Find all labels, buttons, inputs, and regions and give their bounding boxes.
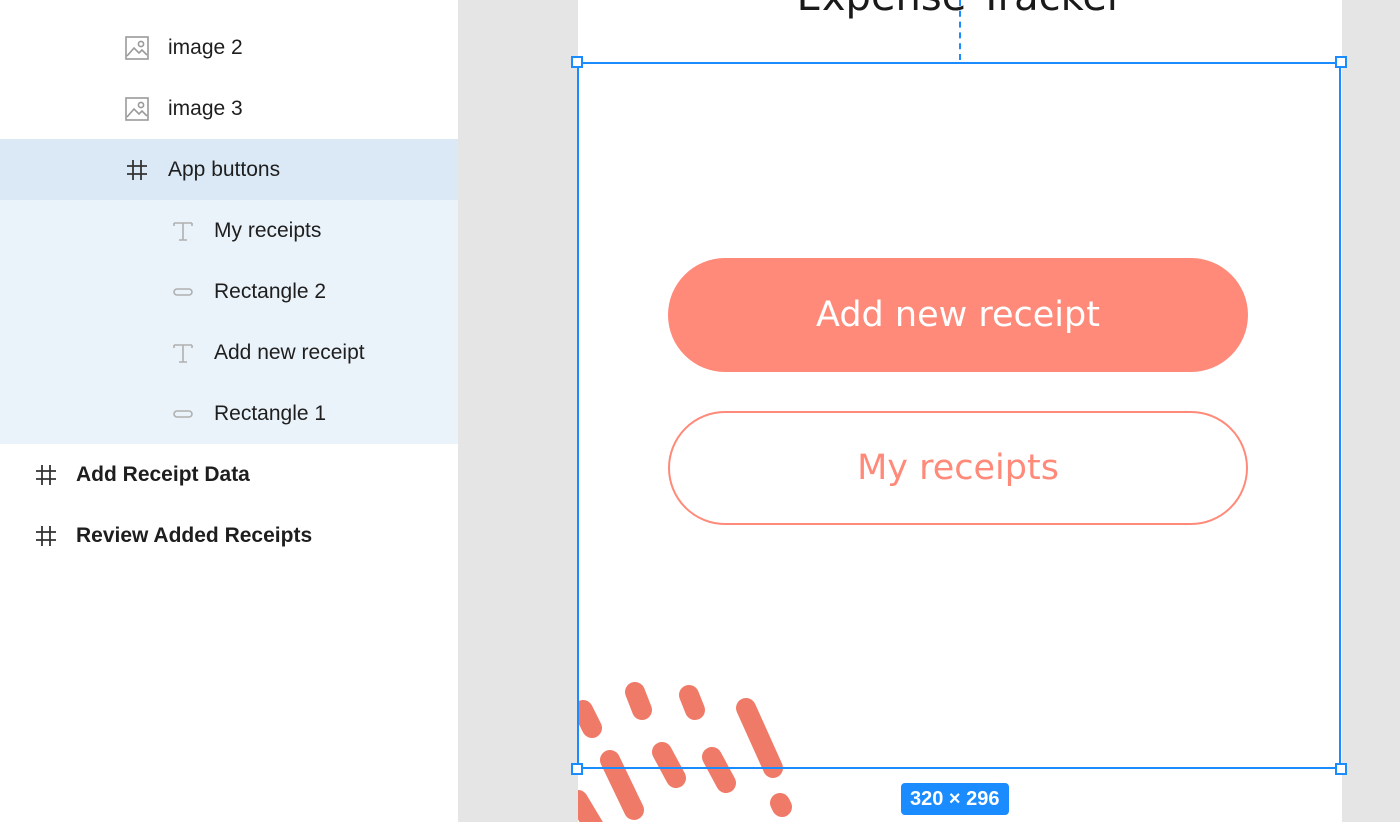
layer-item-add-new-receipt-text[interactable]: Add new receipt [0,322,458,383]
frame-hash-icon [32,461,60,489]
my-receipts-button[interactable]: My receipts [668,411,1248,525]
selection-size-badge: 320 × 296 [901,783,1009,815]
rectangle-icon [169,400,197,428]
text-icon [169,217,197,245]
layer-label: App buttons [168,157,281,181]
layer-item-rectangle-1[interactable]: Rectangle 1 [0,383,458,444]
layer-item-image-3[interactable]: image 3 [0,78,458,139]
design-canvas[interactable]: Expense Tracker Add new receipt My recei… [458,0,1400,822]
decorative-stripes [578,682,792,822]
rectangle-icon [169,278,197,306]
layer-label: Add new receipt [214,340,365,364]
layer-item-my-receipts-text[interactable]: My receipts [0,200,458,261]
layer-item-add-receipt-data[interactable]: Add Receipt Data [0,444,458,505]
layer-label: image 3 [168,96,243,120]
layer-label: Review Added Receipts [76,523,313,547]
resize-handle-bottom-right[interactable] [1335,763,1347,775]
image-icon [123,34,151,62]
app-frame[interactable]: Expense Tracker Add new receipt My recei… [578,0,1342,822]
layer-label: Rectangle 2 [214,279,327,303]
layer-item-rectangle-2[interactable]: Rectangle 2 [0,261,458,322]
layer-label: Rectangle 1 [214,401,327,425]
distance-guide [959,0,961,60]
frame-hash-icon [123,156,151,184]
frame-hash-icon [32,522,60,550]
layer-item-app-buttons[interactable]: App buttons [0,139,458,200]
layer-label: My receipts [214,218,322,242]
resize-handle-top-left[interactable] [571,56,583,68]
layers-panel: image 2 image 3 App buttons My receipts … [0,0,458,822]
layer-label: image 2 [168,35,243,59]
layer-item-review-added-receipts[interactable]: Review Added Receipts [0,505,458,566]
layer-item-image-2[interactable]: image 2 [0,17,458,78]
resize-handle-bottom-left[interactable] [571,763,583,775]
image-icon [123,95,151,123]
layer-label: Add Receipt Data [76,462,250,486]
add-new-receipt-button[interactable]: Add new receipt [668,258,1248,372]
resize-handle-top-right[interactable] [1335,56,1347,68]
text-icon [169,339,197,367]
